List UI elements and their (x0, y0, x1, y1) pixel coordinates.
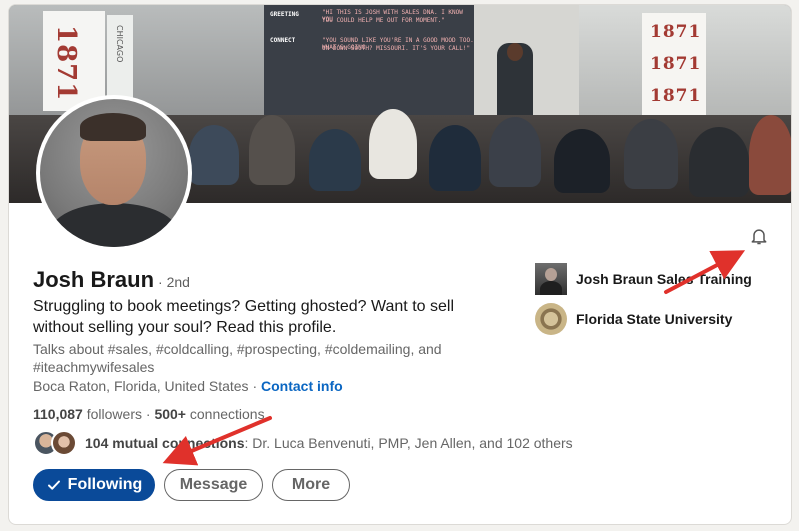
university-name: Florida State University (576, 311, 733, 327)
screen-line: GREETING (270, 11, 299, 18)
profile-card: GREETING CONNECT "HI THIS IS JOSH WITH S… (8, 4, 792, 525)
banner-flag-side: CHICAGO (107, 15, 133, 105)
stats-separator: · (141, 406, 155, 422)
followers-count[interactable]: 110,087 (33, 406, 83, 422)
location-separator: · (248, 378, 262, 394)
education[interactable]: Florida State University (535, 303, 732, 335)
screen-line: CONNECT (270, 37, 296, 44)
banner-side-text: CHICAGO (115, 25, 124, 63)
connection-degree: · 2nd (158, 274, 190, 290)
audience-person (689, 127, 749, 197)
profile-name: Josh Braun (33, 267, 155, 292)
audience-person (369, 109, 417, 179)
audience-person (489, 117, 541, 187)
connections-count[interactable]: 500+ (154, 406, 186, 422)
company-name: Josh Braun Sales Training (576, 271, 752, 287)
location-row: Boca Raton, Florida, United States · Con… (33, 378, 343, 394)
name-row: Josh Braun · 2nd (33, 267, 190, 293)
screen-quote: ON DOWN SOUTH? MISSOURI. IT'S YOUR CALL!… (322, 45, 471, 52)
action-buttons: Following Message More (33, 469, 350, 501)
audience-person (429, 125, 481, 191)
banner-presenter-head (507, 43, 523, 61)
banner-projector-screen: GREETING CONNECT "HI THIS IS JOSH WITH S… (264, 5, 476, 115)
location-text: Boca Raton, Florida, United States (33, 378, 249, 394)
mutual-connections[interactable]: 104 mutual connections: Dr. Luca Benvenu… (33, 430, 573, 456)
followers-label: followers (82, 406, 142, 422)
following-label: Following (67, 476, 143, 493)
photo-hair (80, 113, 146, 141)
check-icon (46, 477, 62, 493)
banner-number: 1871 (650, 22, 702, 42)
audience-person (624, 119, 678, 189)
profile-photo[interactable] (36, 95, 192, 251)
audience-person (749, 115, 791, 195)
message-button[interactable]: Message (164, 469, 263, 501)
more-label: More (291, 476, 331, 493)
mutual-avatar (51, 430, 77, 456)
connections-label: connections (185, 406, 265, 422)
university-seal (535, 303, 567, 335)
audience-person (309, 129, 361, 191)
talks-about: Talks about #sales, #coldcalling, #prosp… (33, 341, 442, 375)
mutual-connections-text: 104 mutual connections: Dr. Luca Benvenu… (85, 435, 573, 451)
more-button[interactable]: More (272, 469, 350, 501)
banner-number: 1871 (650, 54, 702, 74)
message-label: Message (179, 476, 248, 493)
banner-number: 1871 (51, 25, 81, 102)
bell-icon[interactable] (747, 224, 771, 248)
following-button[interactable]: Following (33, 469, 155, 501)
profile-headline: Struggling to book meetings? Getting gho… (33, 298, 454, 336)
banner-number: 1871 (650, 86, 702, 106)
audience-person (249, 115, 295, 185)
screen-quote: YOU COULD HELP ME OUT FOR MOMENT." (322, 17, 445, 24)
photo-body (50, 203, 178, 247)
audience-person (554, 129, 610, 193)
audience-person (189, 125, 239, 185)
stats-row: 110,087 followers · 500+ connections (33, 406, 265, 422)
current-company[interactable]: Josh Braun Sales Training (535, 263, 752, 295)
contact-info-link[interactable]: Contact info (261, 378, 343, 394)
company-logo (535, 263, 567, 295)
mutual-names: : Dr. Luca Benvenuti, PMP, Jen Allen, an… (244, 435, 573, 451)
profile-photo-image (40, 99, 188, 247)
mutual-count: 104 mutual connections (85, 435, 245, 451)
